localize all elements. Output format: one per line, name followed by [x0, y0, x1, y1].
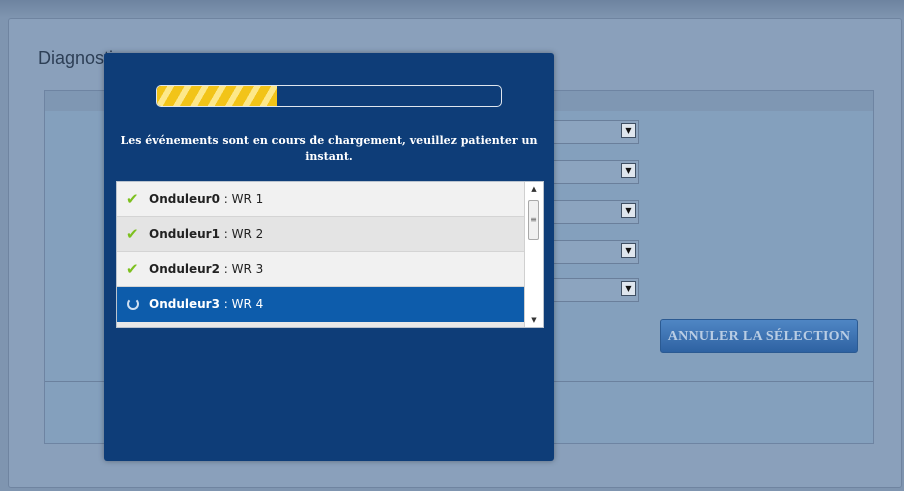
progress-fill	[157, 86, 278, 106]
chevron-down-icon[interactable]: ▼	[621, 123, 636, 138]
filter-select-1[interactable]: ▼	[550, 120, 639, 144]
item-name: Onduleur2	[149, 262, 220, 276]
filter-select-5[interactable]: ▼	[550, 278, 639, 302]
chevron-down-icon[interactable]: ▼	[621, 203, 636, 218]
item-value: WR 1	[231, 192, 264, 206]
item-name: Onduleur0	[149, 192, 220, 206]
item-separator: :	[219, 192, 232, 206]
inverter-list: ✔ Onduleur0 : WR 1 ✔ Onduleur1 : WR 2 ✔ …	[116, 181, 544, 328]
item-separator: :	[219, 262, 232, 276]
item-separator: :	[219, 297, 232, 311]
item-name: Onduleur3	[149, 297, 220, 311]
item-separator: :	[219, 227, 232, 241]
loading-message: Les événements sont en cours de chargeme…	[120, 134, 538, 163]
check-icon: ✔	[126, 225, 139, 243]
item-value: WR 2	[231, 227, 264, 241]
spinner-icon	[127, 298, 139, 310]
chevron-down-icon[interactable]: ▼	[621, 163, 636, 178]
list-item[interactable]: ✔ Onduleur2 : WR 3	[117, 252, 525, 287]
list-item[interactable]: ✔ Onduleur1 : WR 2	[117, 217, 525, 252]
filter-select-4[interactable]: ▼	[550, 240, 639, 264]
scroll-thumb[interactable]: ≡	[528, 200, 539, 240]
item-value: WR 4	[231, 297, 264, 311]
item-name: Onduleur1	[149, 227, 220, 241]
scroll-up-icon[interactable]: ▲	[525, 182, 543, 196]
list-scrollbar[interactable]: ▲ ≡ ▼	[524, 182, 543, 327]
check-icon: ✔	[126, 190, 139, 208]
chevron-down-icon[interactable]: ▼	[621, 281, 636, 296]
filter-select-3[interactable]: ▼	[550, 200, 639, 224]
filter-select-2[interactable]: ▼	[550, 160, 639, 184]
scroll-down-icon[interactable]: ▼	[525, 313, 543, 327]
list-item[interactable]: ✔ Onduleur0 : WR 1	[117, 182, 525, 217]
check-icon: ✔	[126, 260, 139, 278]
item-value: WR 3	[231, 262, 264, 276]
progress-bar	[156, 85, 502, 107]
cancel-selection-button[interactable]: ANNULER LA SÉLECTION	[660, 319, 858, 353]
chevron-down-icon[interactable]: ▼	[621, 243, 636, 258]
loading-modal: Les événements sont en cours de chargeme…	[104, 53, 554, 461]
list-item-active[interactable]: Onduleur3 : WR 4	[117, 287, 525, 322]
